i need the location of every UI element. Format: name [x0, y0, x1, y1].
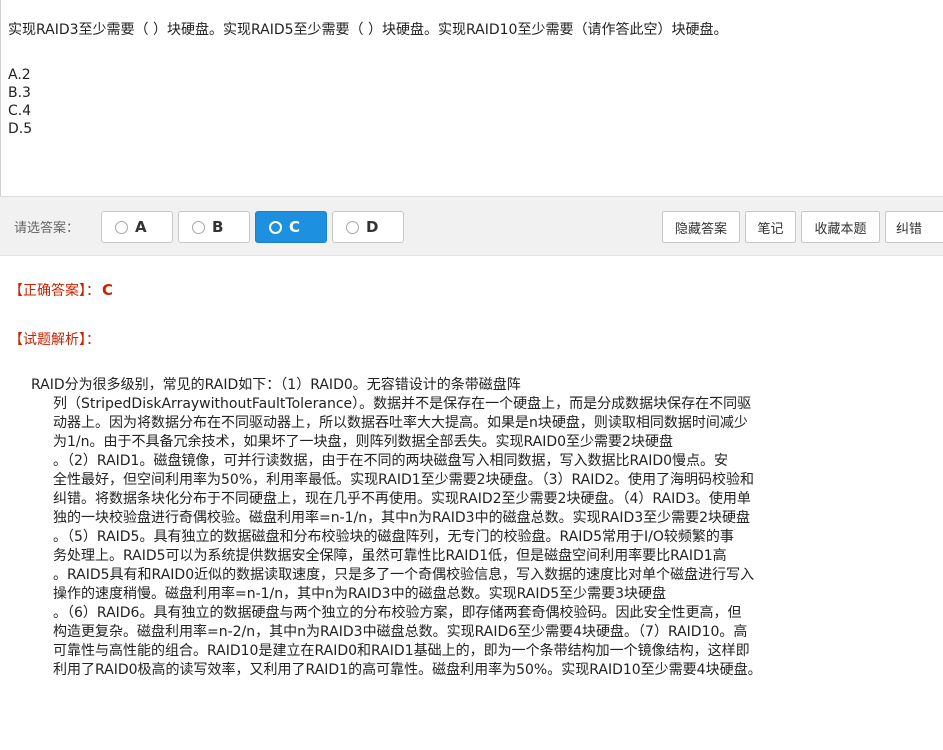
option-a: A.2 [8, 67, 31, 83]
analysis-line: RAID分为很多级别，常见的RAID如下：（1）RAID0。无容错设计的条带磁盘… [31, 377, 521, 393]
analysis-line: 可靠性与高性能的组合。RAID10是建立在RAID0和RAID1基础上的，即为一… [53, 643, 750, 659]
hide-answer-button[interactable]: 隐藏答案 [662, 211, 740, 243]
choice-letter: D [366, 218, 379, 236]
choice-a-button[interactable]: A [101, 211, 173, 243]
correct-answer-label: 【正确答案】： [9, 283, 100, 299]
correct-answer-value: C [102, 281, 114, 299]
question-left-border [0, 0, 1, 196]
option-d: D.5 [8, 121, 33, 137]
analysis-line: 。（5）RAID5。具有独立的数据磁盘和分布校验块的磁盘阵列，无专门的校验盘。R… [53, 529, 734, 545]
answer-prompt-label: 请选答案： [14, 221, 80, 236]
question-text: 实现RAID3至少需要（ ）块硬盘。实现RAID5至少需要（ ）块硬盘。实现RA… [8, 22, 728, 38]
analysis-line: 独的一块校验盘进行奇偶校验。磁盘利用率=n-1/n，其中n为RAID3中的磁盘总… [53, 510, 751, 526]
radio-icon [115, 220, 128, 234]
analysis-line: 操作的速度稍慢。磁盘利用率=n-1/n，其中n为RAID3中的磁盘总数。实现RA… [53, 586, 667, 602]
option-c: C.4 [8, 103, 32, 119]
analysis-line: 。（2）RAID1。磁盘镜像，可并行读数据，由于在不同的两块磁盘写入相同数据，写… [53, 453, 729, 469]
answer-bar: 请选答案： A B C D 隐藏答案 笔记 收藏本题 纠错 [0, 196, 943, 256]
analysis-line: 务处理上。RAID5可以为系统提供数据安全保障，虽然可靠性比RAID1低，但是磁… [53, 548, 727, 564]
choice-letter: A [135, 218, 147, 236]
analysis-line: 。RAID5具有和RAID0近似的数据读取速度，只是多了一个奇偶校验信息，写入数… [53, 567, 755, 583]
choice-c-button[interactable]: C [255, 211, 327, 243]
option-b: B.3 [8, 85, 31, 101]
choice-letter: C [289, 218, 301, 236]
choice-letter: B [212, 218, 224, 236]
analysis-label: 【试题解析】： [9, 332, 100, 348]
notes-button[interactable]: 笔记 [745, 211, 796, 243]
analysis-text: RAID分为很多级别，常见的RAID如下：（1）RAID0。无容错设计的条带磁盘… [31, 376, 943, 680]
analysis-line: 为1/n。由于不具备冗余技术，如果坏了一块盘，则阵列数据全部丢失。实现RAID0… [53, 434, 673, 450]
report-error-button[interactable]: 纠错 [885, 211, 943, 243]
analysis-line: 。（6）RAID6。具有独立的数据硬盘与两个独立的分布校验方案，即存储两套奇偶校… [53, 605, 742, 621]
radio-icon [346, 220, 359, 234]
option-list: A.2 B.3 C.4 D.5 [8, 66, 32, 138]
analysis-line: 动器上。因为将数据分布在不同驱动器上，所以数据吞吐率大大提高。如果是n块硬盘，则… [53, 415, 748, 431]
radio-icon [192, 220, 205, 234]
analysis-line: 构造更复杂。磁盘利用率=n-2/n，其中n为RAID3中磁盘总数。实现RAID6… [53, 624, 748, 640]
favorite-button[interactable]: 收藏本题 [801, 211, 880, 243]
analysis-line: 列（StripedDiskArraywithoutFaultTolerance）… [53, 396, 752, 412]
choice-b-button[interactable]: B [178, 211, 250, 243]
choice-d-button[interactable]: D [332, 211, 404, 243]
analysis-line: 全性最好，但空间利用率为50%，利用率最低。实现RAID1至少需要2块硬盘。（3… [53, 472, 755, 488]
radio-icon [269, 220, 282, 234]
correct-answer: 【正确答案】： C [9, 280, 113, 300]
analysis-line: 利用了RAID0极高的读写效率，又利用了RAID1的高可靠性。磁盘利用率为50%… [53, 662, 762, 678]
analysis-line: 纠错。将数据条块化分布于不同硬盘上，现在几乎不再使用。实现RAID2至少需要2块… [53, 491, 751, 507]
